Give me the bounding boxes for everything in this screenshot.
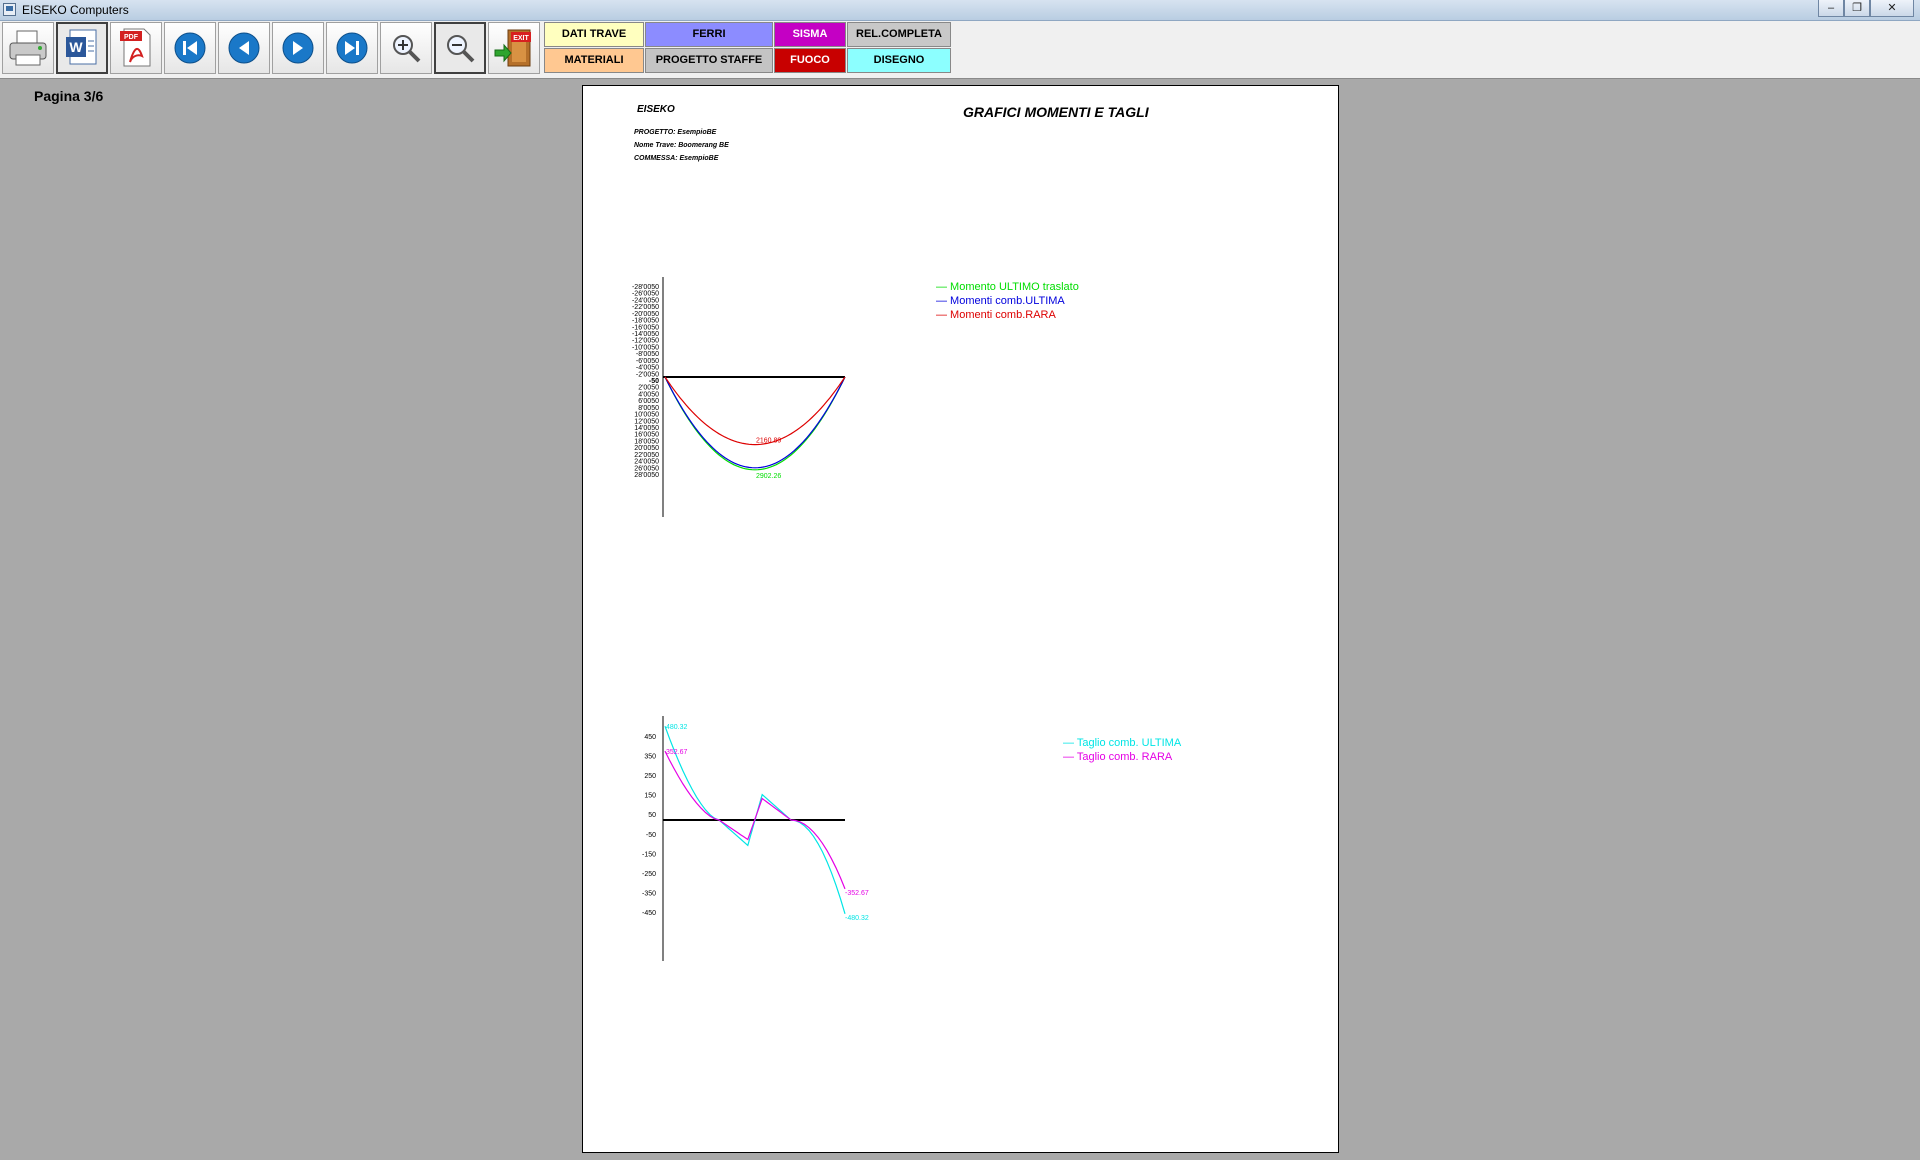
y-tick-label: 250 [644,773,656,780]
last-page-button[interactable] [326,22,378,74]
first-page-icon [174,32,206,64]
shear-legend: — Taglio comb. ULTIMA — Taglio comb. RARA [1063,736,1181,764]
page-indicator: Pagina 3/6 [34,88,104,104]
app-icon [3,3,16,16]
commessa-line: COMMESSA: EsempioBE [634,155,719,162]
pdf-badge-text: PDF [124,34,139,41]
report-page: EISEKO PROGETTO: EsempioBE Nome Trave: B… [582,85,1339,1153]
zoom-in-icon [393,35,421,63]
toolbar: W PDF EXIT DATI TRAVE FERRI SISMA REL.CO… [0,21,1920,79]
pdf-icon: PDF [120,28,151,67]
materiali-button[interactable]: MATERIALI [544,48,644,73]
print-button[interactable] [2,22,54,74]
end-value-label: -352.67 [845,890,869,897]
dati-trave-button[interactable]: DATI TRAVE [544,22,644,47]
zoom-in-button[interactable] [380,22,432,74]
y-tick-label: -150 [642,851,656,858]
printer-icon [9,30,47,66]
previous-page-button[interactable] [218,22,270,74]
close-button[interactable]: ✕ [1870,0,1914,17]
legend-item: — Taglio comb. RARA [1063,751,1173,763]
previous-page-icon [228,32,260,64]
maximize-button[interactable]: ❐ [1844,0,1870,17]
legend-item: — Momenti comb.RARA [936,309,1056,321]
start-value-label: 480.32 [666,724,688,731]
window-title: EISEKO Computers [22,3,129,17]
report-title: GRAFICI MOMENTI E TAGLI [963,104,1149,120]
exit-button[interactable]: EXIT [488,22,540,74]
exit-icon: EXIT [494,29,531,67]
y-tick-label: 450 [644,734,656,741]
peak-value-label: 2902.26 [756,473,781,480]
last-page-icon [336,32,368,64]
word-icon: W [66,29,97,65]
first-page-button[interactable] [164,22,216,74]
end-value-label: -480.32 [845,915,869,922]
next-page-button[interactable] [272,22,324,74]
legend-item: — Taglio comb. ULTIMA [1063,737,1182,749]
moment-series-line [664,376,846,446]
minimize-button[interactable]: – [1818,0,1844,17]
pdf-export-button[interactable]: PDF [110,22,162,74]
sisma-button[interactable]: SISMA [774,22,846,47]
y-tick-label: -450 [642,910,656,917]
zoom-out-icon [447,35,475,63]
rel-completa-button[interactable]: REL.COMPLETA [847,22,951,47]
peak-value-label: 2160.89 [756,438,781,445]
legend-item: — Momenti comb.ULTIMA [936,295,1065,307]
company-name: EISEKO [637,104,675,115]
moment-series-line [664,376,846,469]
nome-trave-line: Nome Trave: Boomerang BE [634,142,729,149]
moment-legend: — Momento ULTIMO traslato — Momenti comb.… [936,280,1079,322]
y-tick-label: -50 [646,832,656,839]
disegno-button[interactable]: DISEGNO [847,48,951,73]
svg-text:W: W [69,39,83,55]
progetto-line: PROGETTO: EsempioBE [634,129,717,136]
y-tick-label: 350 [644,754,656,761]
moment-chart: -28'0050-26'0050-24'0050-22'0050-20'0050… [632,277,846,517]
progetto-staffe-button[interactable]: PROGETTO STAFFE [645,48,773,73]
y-tick-label: 150 [644,793,656,800]
y-tick-label: 50 [648,812,656,819]
fuoco-button[interactable]: FUOCO [774,48,846,73]
legend-item: — Momento ULTIMO traslato [936,281,1079,293]
y-tick-label: -350 [642,890,656,897]
shear-chart: 450 350 250 150 50 -50 -150 -250 -350 -450 480.32 -… [642,716,869,961]
zoom-out-button[interactable] [434,22,486,74]
ferri-button[interactable]: FERRI [645,22,773,47]
start-value-label: 352.67 [666,749,688,756]
next-page-icon [282,32,314,64]
window-titlebar: EISEKO Computers – ❐ ✕ [0,0,1920,21]
exit-badge-text: EXIT [513,35,529,42]
y-tick-label: 28'0050 [634,472,659,479]
word-export-button[interactable]: W [56,22,108,74]
y-tick-label: -250 [642,871,656,878]
